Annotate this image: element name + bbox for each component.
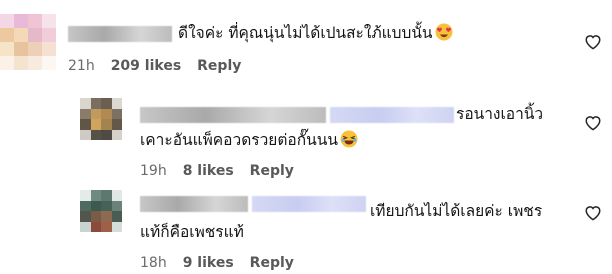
avatar[interactable]	[80, 190, 122, 232]
heart-eyes-emoji-icon	[435, 23, 453, 47]
comment-text-line-1: เทียบกันไม่ได้เลยค่ะ เพชร	[370, 202, 543, 220]
comment-text-line-1: รอนางเอานิ้ว	[456, 105, 544, 123]
avatar[interactable]	[0, 14, 56, 70]
timestamp: 19h	[140, 163, 167, 179]
reply-button[interactable]: Reply	[197, 58, 241, 74]
heart-outline-icon[interactable]	[584, 114, 602, 131]
likes-count[interactable]: 8 likes	[183, 163, 234, 179]
likes-count[interactable]: 9 likes	[183, 255, 234, 271]
username-redacted[interactable]	[140, 107, 326, 123]
comment-text-line-2: แท้ก็คือเพชรแท้	[140, 223, 244, 241]
comment-meta: 21h 209 likes Reply	[68, 57, 241, 75]
comment-meta: 18h 9 likes Reply	[140, 254, 294, 272]
comment-text: ดีใจค่ะ ที่คุณนุ่นไม่ได้เปนสะใภ้แบบนั้น	[178, 22, 453, 47]
heart-outline-icon[interactable]	[584, 204, 602, 221]
avatar[interactable]	[80, 98, 122, 140]
timestamp: 18h	[140, 255, 167, 271]
comment-meta: 19h 8 likes Reply	[140, 162, 294, 180]
mention-redacted[interactable]	[330, 107, 454, 123]
reply-button[interactable]: Reply	[250, 163, 294, 179]
likes-count[interactable]: 209 likes	[111, 58, 181, 74]
mention-redacted[interactable]	[252, 196, 366, 212]
username-redacted[interactable]	[140, 196, 248, 212]
reply-button[interactable]: Reply	[250, 255, 294, 271]
laughing-emoji-icon	[340, 130, 358, 154]
username-redacted[interactable]	[68, 26, 172, 42]
timestamp: 21h	[68, 58, 95, 74]
heart-outline-icon[interactable]	[584, 33, 602, 50]
comment-text-line-2: เคาะอันแพ็คอวดรวยต่อกั๊นนน	[140, 129, 358, 154]
